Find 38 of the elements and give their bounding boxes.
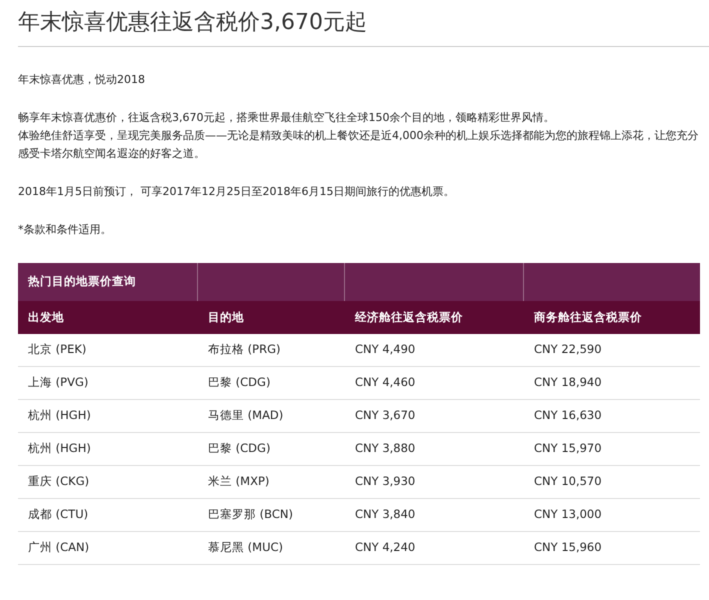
table-cell-text: CNY 4,490 [354, 341, 416, 358]
table-cell-text: CNY 18,940 [533, 374, 603, 392]
table-cell-text: CNY 3,930 [354, 473, 416, 490]
table-cell-text: 米兰 (MXP) [207, 473, 270, 490]
table-cell-text: 广州 (CAN) [27, 539, 90, 556]
table-cell-text: CNY 4,460 [354, 374, 416, 392]
body-text: 年末惊喜优惠，悦动2018 [18, 72, 146, 88]
page-title: 年末惊喜优惠往返含税价3,670元起 [18, 9, 368, 37]
body-text: 畅享年末惊喜优惠价，往返含税3,670元起，搭乘世界最佳航空飞往全球150余个目的地，领略精彩世界风情。 [18, 110, 556, 126]
body-text: *条款和条件适用。 [18, 222, 112, 238]
table-cell-text: CNY 16,630 [533, 407, 603, 424]
table-cell-text: CNY 10,570 [533, 473, 603, 490]
column-header: 商务舱往返含税票价 [533, 308, 643, 326]
table-cell-text: CNY 3,880 [354, 440, 416, 458]
table-cell-text: 杭州 (HGH) [27, 440, 92, 458]
table-cell-text: 巴黎 (CDG) [207, 440, 272, 458]
column-header: 经济舱往返含税票价 [354, 308, 464, 326]
table-cell-text: 上海 (PVG) [27, 374, 90, 392]
table-cell-text: 巴塞罗那 (BCN) [207, 506, 294, 524]
table-cell-text: CNY 3,670 [354, 407, 416, 424]
table-cell-text: CNY 15,960 [533, 539, 603, 556]
table-cell-text: 重庆 (CKG) [27, 473, 90, 490]
table-cell-text: 布拉格 (PRG) [207, 341, 282, 358]
body-text: 体验绝佳舒适享受，呈现完美服务品质——无论是精致美味的机上餐饮还是近4,000余种的机上娱乐选择都能为您的旅程锦上添花，让您充分感受卡塔尔航空闻名遐迩的好客之道。 [18, 128, 699, 162]
table-cell-text: 慕尼黑 (MUC) [207, 539, 284, 556]
table-cell-text: CNY 22,590 [533, 341, 603, 358]
table-cell-text: 成都 (CTU) [27, 506, 90, 524]
table-cell-text: CNY 13,000 [533, 506, 603, 524]
table-cell-text: 巴黎 (CDG) [207, 374, 272, 392]
table-cell-text: CNY 15,970 [533, 440, 603, 458]
column-header: 出发地 [27, 308, 65, 326]
table-cell-text: CNY 3,840 [354, 506, 416, 524]
column-header: 目的地 [207, 308, 245, 326]
table-cell-text: 杭州 (HGH) [27, 407, 92, 424]
body-text: 2018年1月5日前预订， 可享2017年12月25日至2018年6月15日期间旅行的优惠机票。 [18, 184, 456, 200]
table-cell-text: CNY 4,240 [354, 539, 416, 556]
table-cell-text: 马德里 (MAD) [207, 407, 284, 424]
table-cell-text: 北京 (PEK) [27, 341, 88, 358]
